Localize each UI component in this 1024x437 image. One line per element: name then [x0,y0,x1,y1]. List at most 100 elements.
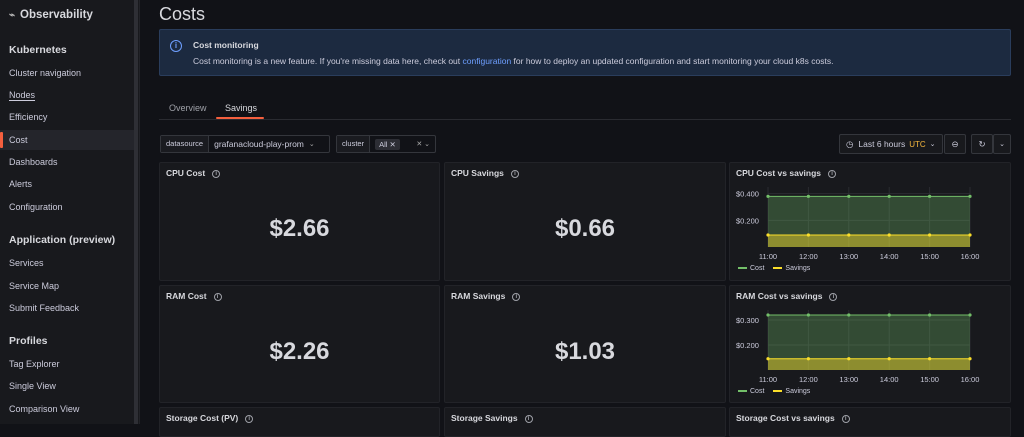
x-tick-label: 14:00 [880,375,899,384]
legend-item-savings[interactable]: Savings [773,265,810,272]
legend-swatch [738,390,747,393]
series-area-savings [768,358,970,370]
chart-svg: $0.200 $0.400 11:00 12:00 13:00 14:00 15:00 16:… [736,187,980,261]
x-tick-label: 12:00 [799,252,818,261]
sidebar-item-nodes[interactable]: Nodes [0,85,134,105]
y-tick-label: $0.200 [736,216,759,225]
storage-cost-panel: Storage Cost (PV) i [159,407,440,437]
info-icon[interactable]: i [828,169,837,178]
data-point [928,233,932,237]
legend-item-savings[interactable]: Savings [773,388,810,395]
sidebar-item-service-map[interactable]: Service Map [0,276,134,296]
info-icon[interactable]: i [829,292,838,301]
datasource-select[interactable]: grafanacloud-play-prom [209,139,309,149]
info-icon[interactable]: i [212,169,221,178]
data-point [968,194,972,198]
x-tick-label: 16:00 [961,252,980,261]
clear-icon[interactable]: ✕ ⌄ [416,140,435,148]
datasource-variable[interactable]: datasource grafanacloud-play-prom ⌄ [160,135,330,153]
refresh-interval-dropdown[interactable]: ⌄ [993,134,1011,154]
section-profiles: Profiles [9,335,48,347]
ram-cost-value: $2.26 [269,338,330,365]
sidebar-item-cluster-navigation[interactable]: Cluster navigation [0,63,134,83]
data-point [928,194,932,198]
sidebar-item-dashboards[interactable]: Dashboards [0,152,134,172]
legend-item-cost[interactable]: Cost [738,388,764,395]
data-point [766,233,770,237]
cpu-savings-value: $0.66 [554,215,616,242]
sidebar-item-alerts[interactable]: Alerts [0,174,134,194]
clock-icon: ◷ [846,138,854,149]
ram-cost-vs-savings-panel: RAM Cost vs savings i $0.200 $0.300 11:00 12… [729,285,1011,403]
time-range-picker[interactable]: ◷ Last 6 hours UTC ⌄ [839,134,943,154]
sidebar-item-services[interactable]: Services [0,253,134,273]
cluster-label: cluster [337,136,371,152]
storage-cost-vs-savings-panel: Storage Cost vs savings i [729,407,1011,437]
tab-savings[interactable]: Savings [225,103,257,113]
cluster-variable[interactable]: cluster All ✕ ✕ ⌄ [336,135,436,153]
chevron-down-icon[interactable]: ⌄ [309,140,320,148]
app-brand[interactable]: ⌁ Observability [9,9,93,21]
sidebar-item-tag-explorer[interactable]: Tag Explorer [0,354,134,374]
section-kubernetes: Kubernetes [9,44,67,56]
configuration-link[interactable]: configuration [463,56,512,66]
brand-label: Observability [20,9,93,21]
data-point [806,357,810,361]
sidebar-item-comparison-view[interactable]: Comparison View [0,399,134,419]
chart-legend: Cost Savings [738,388,819,395]
cluster-chip[interactable]: All ✕ [375,138,400,150]
info-icon[interactable]: i [245,414,254,423]
data-point [968,357,972,361]
sidebar-scrollbar[interactable] [134,0,138,424]
chevron-down-icon: ⌄ [929,141,936,148]
panel-title: RAM Cost i [166,291,222,301]
legend-swatch [773,267,783,270]
data-point [766,357,770,361]
data-point [887,357,891,361]
info-icon[interactable]: i [841,414,850,423]
info-icon[interactable]: i [510,169,519,178]
sidebar-item-cost[interactable]: Cost [0,130,134,150]
zoom-out-button[interactable]: ⊖ [944,134,966,154]
x-tick-label: 11:00 [759,252,777,261]
refresh-icon: ↻ [978,138,986,149]
x-tick-label: 11:00 [759,375,777,384]
sidebar: ⌁ Observability Kubernetes Cluster navig… [0,0,140,424]
info-icon: i [170,40,182,52]
info-icon[interactable]: i [524,414,533,423]
panel-title: CPU Cost i [166,168,221,178]
info-icon[interactable]: i [213,292,222,301]
tab-bar: Overview Savings [159,100,1011,120]
chart-svg: $0.200 $0.300 11:00 12:00 13:00 14:00 15:00 16:… [736,310,980,384]
sidebar-item-efficiency[interactable]: Efficiency [0,107,134,127]
refresh-button[interactable]: ↻ [971,134,993,154]
legend-label: Savings [785,265,811,272]
y-tick-label: $0.400 [736,190,759,199]
sidebar-item-submit-feedback[interactable]: Submit Feedback [0,298,134,318]
x-tick-label: 12:00 [799,375,818,384]
info-banner: i Cost monitoring Cost monitoring is a n… [159,29,1011,76]
panel-title: RAM Savings i [451,291,521,301]
section-application: Application (preview) [9,234,116,246]
data-point [968,233,972,237]
data-point [847,233,851,237]
tab-overview[interactable]: Overview [169,103,207,113]
data-point [847,313,851,317]
x-tick-label: 16:00 [961,375,980,384]
info-text: Cost monitoring is a new feature. If you… [193,56,834,66]
panel-title: Storage Cost vs savings i [736,413,850,423]
storage-savings-panel: Storage Savings i [444,407,726,437]
cpu-cost-vs-savings-panel: CPU Cost vs savings i $0.200 $0.400 11:00 12… [729,162,1011,281]
cpu-cost-value: $2.66 [269,215,330,242]
legend-swatch [773,390,783,393]
legend-swatch [738,267,747,270]
sidebar-item-configuration[interactable]: Configuration [0,197,134,217]
cpu-savings-panel: CPU Savings i $0.66 [444,162,726,281]
x-tick-label: 14:00 [880,252,899,261]
data-point [806,313,810,317]
info-icon[interactable]: i [512,292,521,301]
sidebar-item-single-view[interactable]: Single View [0,376,134,396]
legend-item-cost[interactable]: Cost [738,265,764,272]
remove-chip-icon[interactable]: ✕ [390,140,396,149]
panel-title: RAM Cost vs savings i [736,291,838,301]
